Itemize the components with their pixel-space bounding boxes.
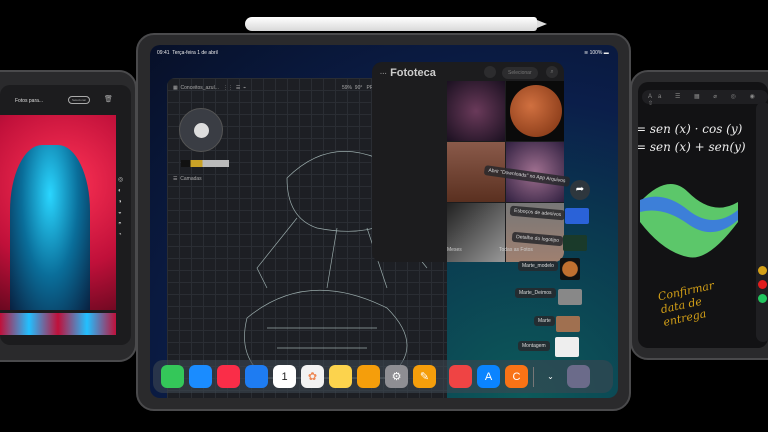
photos-app-window[interactable]: ··· Fototeca Selecionar ⌕ Meses Todas as… bbox=[372, 62, 564, 262]
3d-surface-plot bbox=[640, 184, 738, 258]
photos-header: ··· Fototeca bbox=[380, 67, 436, 79]
edit-tools[interactable]: ◎ ◐ ◑ ◒ ◓ ◔ bbox=[118, 175, 128, 245]
filmstrip[interactable] bbox=[0, 313, 116, 335]
photo-nebula[interactable] bbox=[447, 81, 505, 141]
tab-months[interactable]: Meses bbox=[447, 247, 462, 253]
dock-app-photos[interactable]: ✿ bbox=[301, 365, 324, 388]
thumb-mars bbox=[556, 316, 580, 332]
zoom-level[interactable]: 59% bbox=[342, 85, 352, 91]
tool-palette[interactable] bbox=[756, 102, 768, 342]
layers-label: Camadas bbox=[180, 176, 202, 182]
trash-icon[interactable]: 🗑 bbox=[104, 95, 113, 103]
apple-pencil bbox=[245, 17, 547, 31]
color-swatch[interactable] bbox=[194, 123, 209, 138]
tool-wheel[interactable] bbox=[179, 108, 223, 152]
swatch-red[interactable] bbox=[758, 280, 767, 289]
app-library-icon[interactable] bbox=[567, 365, 590, 388]
date: Terça-feira 1 de abril bbox=[172, 50, 218, 56]
dock-app-concepts[interactable]: ✎ bbox=[413, 365, 436, 388]
dock-app-app-store[interactable]: A bbox=[477, 365, 500, 388]
dock-divider bbox=[533, 366, 534, 387]
filter-icon[interactable] bbox=[484, 66, 496, 78]
photo-preview bbox=[0, 115, 116, 310]
thumb-deimos bbox=[558, 289, 582, 305]
thumb-mars-model bbox=[560, 258, 580, 280]
battery-indicator: ≋ 100% ▬ bbox=[584, 50, 609, 56]
search-icon[interactable]: ⌕ bbox=[546, 66, 558, 78]
formula-1: = sen (x) · cos (y) bbox=[638, 122, 743, 136]
dock-app-notes[interactable] bbox=[329, 365, 352, 388]
left-ipad-screen: Fotos para... Selecionar 🗑 ◎ ◐ ◑ ◒ ◓ ◔ bbox=[0, 85, 131, 345]
color-bar[interactable] bbox=[181, 160, 229, 167]
drag-item-mars-deimos[interactable]: Marte_Deimos bbox=[515, 288, 556, 298]
dock-app-calendar[interactable]: 1 bbox=[273, 365, 296, 388]
handwritten-note: Confirmar data de entrega bbox=[656, 278, 716, 329]
wifi-icon: ≋ bbox=[584, 50, 589, 56]
battery-percent: 100% bbox=[589, 50, 603, 56]
dock-app-settings[interactable]: ⚙ bbox=[385, 365, 408, 388]
photo-satellite[interactable] bbox=[447, 203, 505, 262]
photo-mars[interactable] bbox=[506, 81, 564, 141]
mars-planet bbox=[510, 85, 562, 137]
dock-app-music[interactable] bbox=[217, 365, 240, 388]
dock-app-safari[interactable] bbox=[189, 365, 212, 388]
share-arrow-icon[interactable]: ➦ bbox=[570, 180, 590, 200]
formula-2: = sen (x) + sen(y) bbox=[638, 140, 746, 154]
right-ipad-screen: Aa ☰ ▦ ⌀ ◎ ◉ ⇧ = sen (x) · cos (y) = sen… bbox=[638, 82, 768, 348]
album-title: Fotos para... bbox=[15, 98, 44, 104]
chevron-down-icon[interactable]: ⌄ bbox=[539, 365, 562, 388]
thumb-logo bbox=[563, 235, 587, 251]
drag-item-mars-model[interactable]: Marte_modelo bbox=[518, 261, 558, 271]
swatch-yellow[interactable] bbox=[758, 266, 767, 275]
tab-all-photos[interactable]: Todas as Fotos bbox=[499, 247, 533, 253]
thumb-montage bbox=[555, 337, 579, 357]
center-ipad-screen: 09:41 Terça-feira 1 de abril ≋ 100% ▬ ▦ … bbox=[150, 45, 618, 398]
thumb-stickers bbox=[565, 208, 589, 224]
dock-app-mail[interactable] bbox=[245, 365, 268, 388]
angle[interactable]: 90° bbox=[355, 85, 363, 91]
dock: 1 ✿ ⚙ ✎ A C ⌄ bbox=[153, 360, 613, 393]
drag-item-montage[interactable]: Montagem bbox=[518, 341, 550, 351]
select-button[interactable]: Selecionar bbox=[68, 96, 91, 104]
select-button[interactable]: Selecionar bbox=[502, 67, 538, 79]
more-icon[interactable]: ··· bbox=[380, 71, 387, 78]
dock-app-messages[interactable] bbox=[161, 365, 184, 388]
time: 09:41 bbox=[157, 50, 170, 56]
file-name[interactable]: Conceitos_azul... bbox=[181, 85, 219, 91]
dock-app-swift[interactable]: C bbox=[505, 365, 528, 388]
concepts-toolbar: ▦ Conceitos_azul... ⋮⋮ ☰ ⌁ bbox=[173, 85, 247, 91]
layers-button[interactable]: ☰ Camadas bbox=[173, 176, 202, 182]
portrait-figure bbox=[10, 145, 90, 310]
status-time: 09:41 Terça-feira 1 de abril bbox=[157, 50, 218, 56]
swatch-green[interactable] bbox=[758, 294, 767, 303]
dock-app-rocket[interactable] bbox=[449, 365, 472, 388]
drag-item-mars[interactable]: Marte bbox=[534, 316, 555, 326]
dock-app-files[interactable] bbox=[357, 365, 380, 388]
notes-toolbar[interactable]: Aa ☰ ▦ ⌀ ◎ ◉ ⇧ bbox=[642, 90, 768, 107]
photos-title: Fototeca bbox=[390, 67, 436, 79]
